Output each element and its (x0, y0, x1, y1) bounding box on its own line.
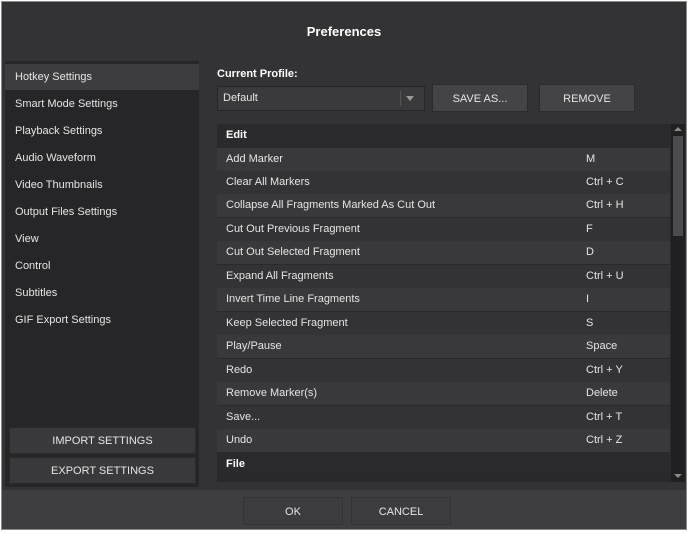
table-row[interactable]: Cut Out Previous Fragment F (217, 218, 670, 241)
action-name: Cut Out Selected Fragment (226, 246, 360, 258)
action-name: Cut Out Previous Fragment (226, 223, 360, 235)
dialog-footer: OK CANCEL (2, 490, 686, 529)
table-row[interactable]: Add Marker M (217, 148, 670, 171)
preferences-dialog: Preferences Hotkey Settings Smart Mode S… (1, 1, 687, 530)
table-row[interactable]: Invert Time Line Fragments I (217, 288, 670, 311)
remove-profile-button[interactable]: REMOVE (539, 84, 635, 112)
action-name: Expand All Fragments (226, 270, 334, 282)
sidebar-item-playback-settings[interactable]: Playback Settings (5, 118, 199, 144)
chevron-down-icon[interactable] (406, 96, 414, 101)
hotkey-value: Space (586, 340, 618, 352)
action-name: Invert Time Line Fragments (226, 293, 360, 305)
table-row[interactable]: Save... Ctrl + T (217, 406, 670, 429)
profile-dropdown[interactable]: Default (217, 86, 425, 111)
sidebar-item-video-thumbnails[interactable]: Video Thumbnails (5, 172, 199, 198)
cancel-button[interactable]: CANCEL (351, 497, 451, 525)
action-name: Collapse All Fragments Marked As Cut Out (226, 199, 436, 211)
hotkey-value: S (586, 317, 594, 329)
table-row[interactable]: Collapse All Fragments Marked As Cut Out… (217, 194, 670, 217)
hotkey-value: Ctrl + C (586, 176, 624, 188)
sidebar-item-control[interactable]: Control (5, 253, 199, 279)
group-header-edit[interactable]: Edit (217, 124, 670, 147)
hotkey-value: D (586, 246, 594, 258)
table-row[interactable]: Cut Out Selected Fragment D (217, 241, 670, 264)
hotkey-value: M (586, 153, 596, 165)
scrollbar-thumb[interactable] (673, 136, 683, 236)
hotkey-value: Delete (586, 387, 618, 399)
action-name: Play/Pause (226, 340, 282, 352)
sidebar-item-smart-mode-settings[interactable]: Smart Mode Settings (5, 91, 199, 117)
table-row[interactable]: Expand All Fragments Ctrl + U (217, 265, 670, 288)
action-name: Keep Selected Fragment (226, 317, 348, 329)
action-name: Save... (226, 411, 261, 423)
export-settings-button[interactable]: EXPORT SETTINGS (9, 457, 196, 484)
hotkey-value: Ctrl + U (586, 270, 624, 282)
current-profile-label: Current Profile: (217, 68, 298, 80)
sidebar: Hotkey Settings Smart Mode Settings Play… (5, 61, 199, 487)
group-name: Edit (226, 129, 247, 141)
ok-button[interactable]: OK (243, 497, 343, 525)
action-name: Redo (226, 364, 253, 376)
table-row[interactable]: Redo Ctrl + Y (217, 359, 670, 382)
sidebar-item-hotkey-settings[interactable]: Hotkey Settings (5, 64, 199, 90)
table-row[interactable]: Undo Ctrl + Z (217, 429, 670, 452)
hotkey-value: Ctrl + H (586, 199, 624, 211)
scroll-down-arrow-icon[interactable] (674, 474, 682, 478)
dialog-title: Preferences (306, 24, 382, 39)
hotkey-table: Edit Add Marker M Clear All Markers Ctrl +… (217, 124, 685, 482)
table-row[interactable]: Clear All Markers Ctrl + C (217, 171, 670, 194)
import-settings-button[interactable]: IMPORT SETTINGS (9, 427, 196, 454)
vertical-scrollbar[interactable] (671, 124, 685, 482)
hotkey-value: Ctrl + Z (586, 434, 623, 446)
profile-dropdown-value: Default (223, 92, 258, 104)
hotkey-value: F (586, 223, 593, 235)
sidebar-item-gif-export-settings[interactable]: GIF Export Settings (5, 307, 199, 333)
sidebar-item-view[interactable]: View (5, 226, 199, 252)
table-row[interactable]: Keep Selected Fragment S (217, 312, 670, 335)
table-row[interactable]: Play/Pause Space (217, 335, 670, 358)
hotkey-value: Ctrl + Y (586, 364, 623, 376)
action-name: Clear All Markers (226, 176, 310, 188)
group-header-file[interactable]: File (217, 453, 670, 476)
action-name: Remove Marker(s) (226, 387, 318, 399)
action-name: Add Marker (226, 153, 283, 165)
scroll-up-arrow-icon[interactable] (674, 127, 682, 131)
hotkey-value: I (586, 293, 590, 305)
hotkey-value: Ctrl + T (586, 411, 623, 423)
sidebar-item-output-files-settings[interactable]: Output Files Settings (5, 199, 199, 225)
action-name: Undo (226, 434, 253, 446)
sidebar-item-subtitles[interactable]: Subtitles (5, 280, 199, 306)
sidebar-item-audio-waveform[interactable]: Audio Waveform (5, 145, 199, 171)
dropdown-separator (400, 91, 401, 106)
group-name: File (226, 458, 245, 470)
save-as-button[interactable]: SAVE AS... (432, 84, 528, 112)
table-row[interactable]: Remove Marker(s) Delete (217, 382, 670, 405)
